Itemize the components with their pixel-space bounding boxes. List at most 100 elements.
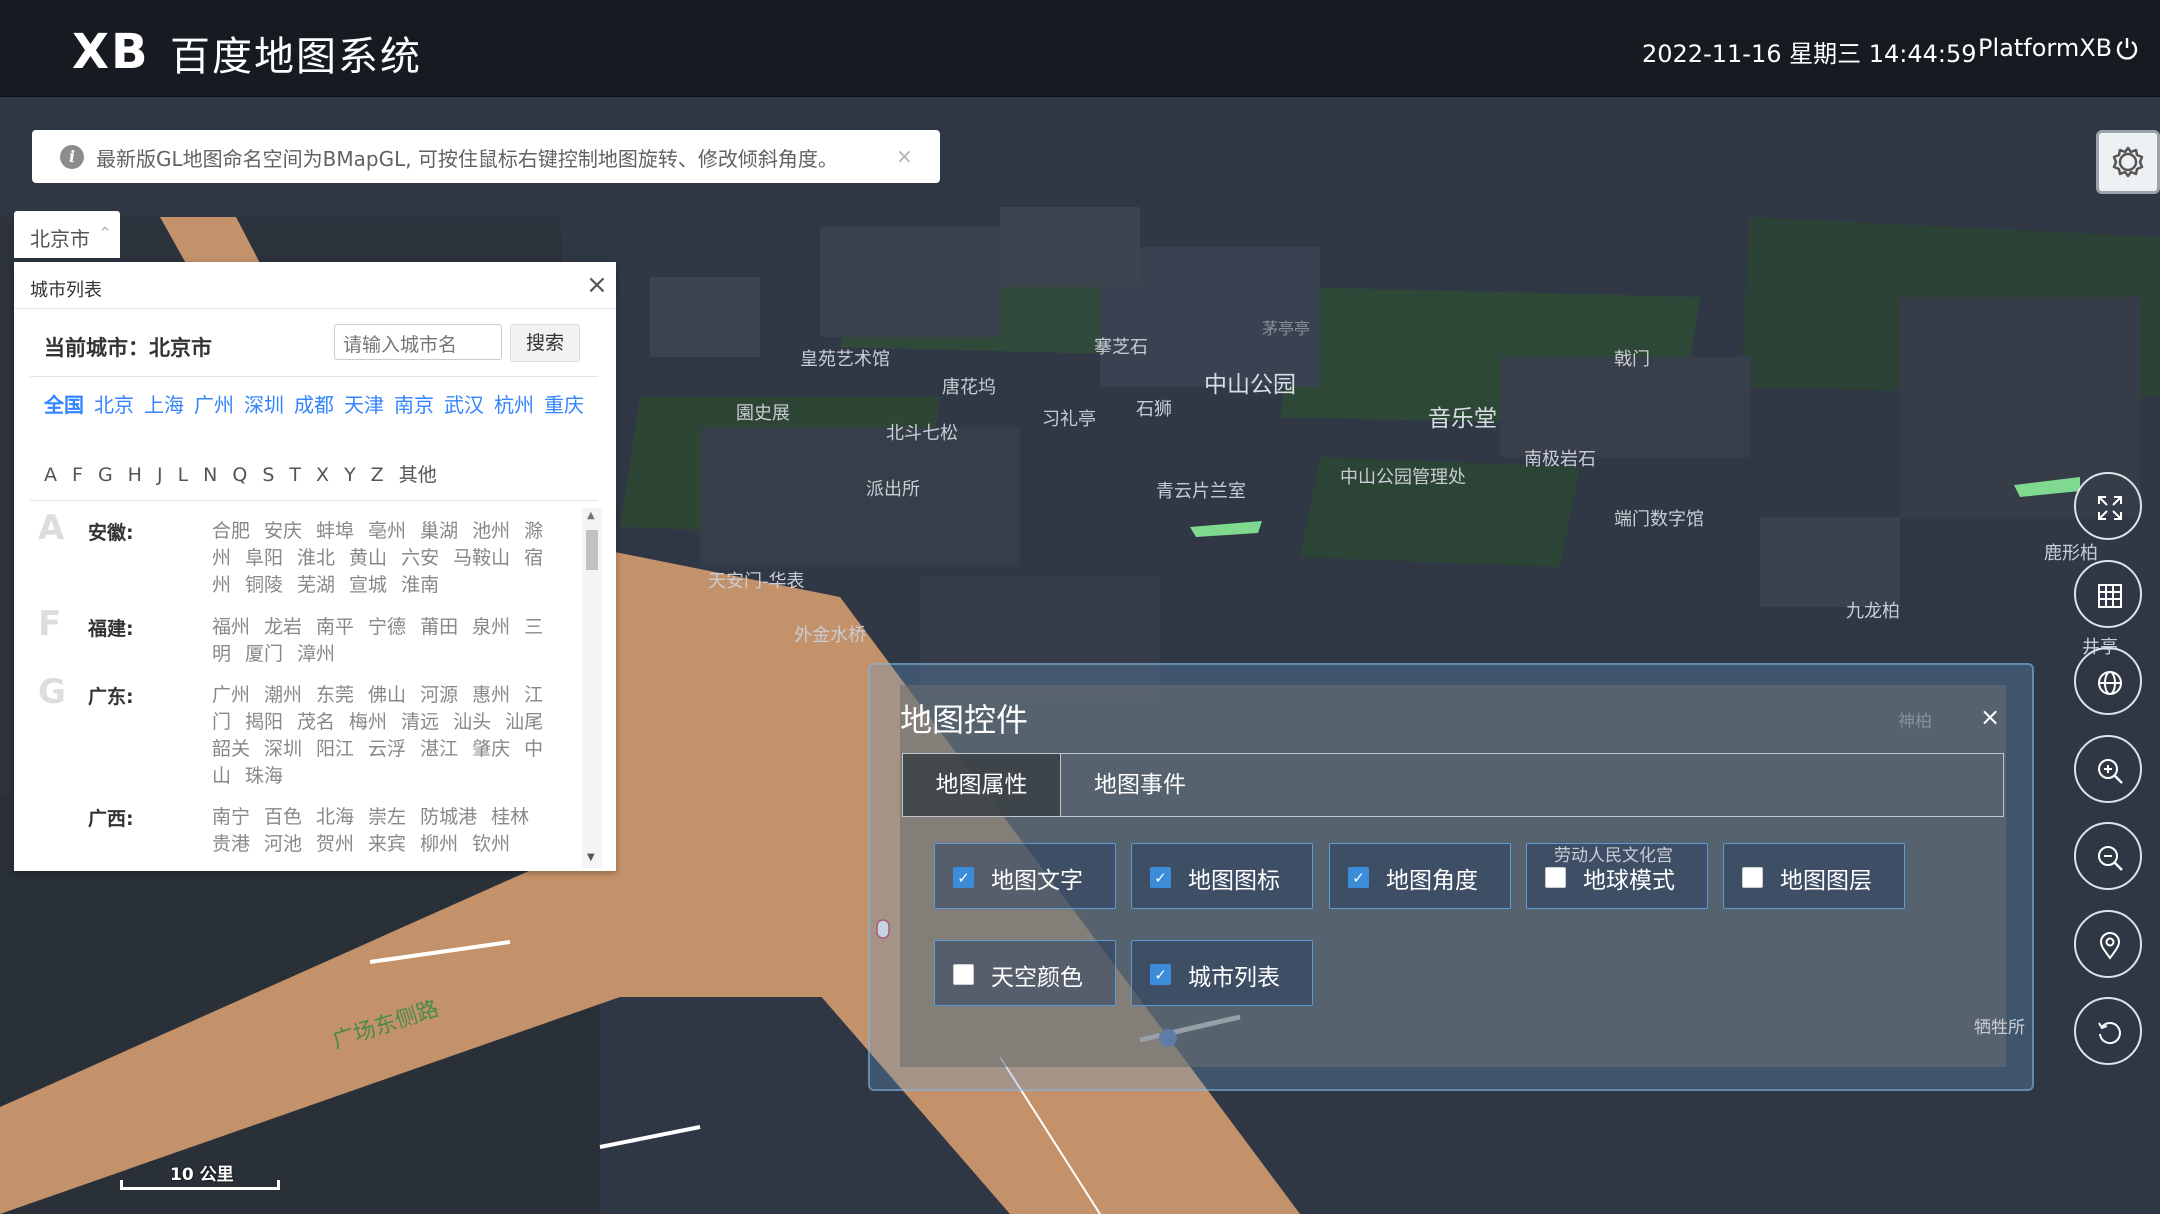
city-link[interactable]: 韶关 bbox=[212, 738, 250, 760]
city-link[interactable]: 防城港 bbox=[420, 806, 477, 828]
hot-city-link[interactable]: 全国 bbox=[44, 393, 84, 417]
city-link[interactable]: 潮州 bbox=[264, 684, 302, 706]
hot-city-link[interactable]: 天津 bbox=[344, 393, 384, 417]
hot-city-link[interactable]: 重庆 bbox=[544, 393, 584, 417]
city-link[interactable]: 六安 bbox=[401, 547, 439, 569]
option-map-layer[interactable]: 地图图层 bbox=[1723, 843, 1905, 909]
city-link[interactable]: 钦州 bbox=[472, 833, 510, 855]
scroll-down-icon[interactable]: ▼ bbox=[587, 852, 595, 863]
option-map-angle[interactable]: ✓ 地图角度 bbox=[1329, 843, 1511, 909]
letter-link[interactable]: X bbox=[316, 464, 329, 486]
city-link[interactable]: 茂名 bbox=[297, 711, 335, 733]
city-link[interactable]: 漳州 bbox=[297, 643, 335, 665]
city-link[interactable]: 河池 bbox=[264, 833, 302, 855]
city-link[interactable]: 黄山 bbox=[349, 547, 387, 569]
city-link[interactable]: 芜湖 bbox=[297, 574, 335, 596]
city-list-scrollbar[interactable]: ▲ ▼ bbox=[582, 508, 602, 868]
city-selector-tab[interactable]: 北京市 ^ bbox=[14, 211, 120, 258]
city-link[interactable]: 亳州 bbox=[368, 520, 406, 542]
option-city-list[interactable]: ✓ 城市列表 bbox=[1131, 940, 1313, 1006]
city-link[interactable]: 龙岩 bbox=[264, 616, 302, 638]
city-link[interactable]: 宁德 bbox=[368, 616, 406, 638]
city-panel-close-icon[interactable]: × bbox=[586, 270, 608, 300]
checkbox-unchecked-icon[interactable] bbox=[1742, 867, 1763, 888]
city-link[interactable]: 汕尾 bbox=[505, 711, 543, 733]
city-link[interactable]: 惠州 bbox=[472, 684, 510, 706]
city-link[interactable]: 南平 bbox=[316, 616, 354, 638]
zoom-in-button[interactable] bbox=[2074, 735, 2142, 803]
city-link[interactable]: 桂林 bbox=[491, 806, 529, 828]
city-link[interactable]: 百色 bbox=[264, 806, 302, 828]
letter-link[interactable]: Y bbox=[344, 464, 356, 486]
user-name[interactable]: PlatformXB bbox=[1978, 34, 2112, 62]
city-link[interactable]: 淮北 bbox=[297, 547, 335, 569]
letter-link[interactable]: G bbox=[98, 464, 113, 486]
letter-link[interactable]: F bbox=[72, 464, 83, 486]
city-link[interactable]: 安庆 bbox=[264, 520, 302, 542]
city-link[interactable]: 崇左 bbox=[368, 806, 406, 828]
tab-map-events[interactable]: 地图事件 bbox=[1061, 754, 1219, 816]
city-link[interactable]: 肇庆 bbox=[472, 738, 510, 760]
scroll-up-icon[interactable]: ▲ bbox=[587, 510, 595, 521]
city-link[interactable]: 河源 bbox=[420, 684, 458, 706]
hot-city-link[interactable]: 上海 bbox=[144, 393, 184, 417]
checkbox-unchecked-icon[interactable] bbox=[953, 964, 974, 985]
fullscreen-button[interactable] bbox=[2074, 472, 2142, 540]
city-link[interactable]: 福州 bbox=[212, 616, 250, 638]
city-link[interactable]: 淮南 bbox=[401, 574, 439, 596]
control-panel-close-icon[interactable]: × bbox=[1980, 703, 2000, 731]
city-link[interactable]: 珠海 bbox=[245, 765, 283, 787]
city-link[interactable]: 梅州 bbox=[349, 711, 387, 733]
city-link[interactable]: 湛江 bbox=[420, 738, 458, 760]
city-search-button[interactable]: 搜索 bbox=[510, 324, 580, 362]
hot-city-link[interactable]: 武汉 bbox=[444, 393, 484, 417]
city-search-input[interactable]: 请输入城市名 bbox=[334, 324, 502, 360]
city-link[interactable]: 蚌埠 bbox=[316, 520, 354, 542]
hot-city-link[interactable]: 深圳 bbox=[244, 393, 284, 417]
hot-city-link[interactable]: 南京 bbox=[394, 393, 434, 417]
checkbox-checked-icon[interactable]: ✓ bbox=[1348, 867, 1369, 888]
city-link[interactable]: 深圳 bbox=[264, 738, 302, 760]
letter-link[interactable]: T bbox=[289, 464, 301, 486]
option-sky-color[interactable]: 天空颜色 bbox=[934, 940, 1116, 1006]
city-link[interactable]: 阜阳 bbox=[245, 547, 283, 569]
city-link[interactable]: 北海 bbox=[316, 806, 354, 828]
checkbox-unchecked-icon[interactable] bbox=[1545, 867, 1566, 888]
city-link[interactable]: 贵港 bbox=[212, 833, 250, 855]
checkbox-checked-icon[interactable]: ✓ bbox=[1150, 964, 1171, 985]
option-map-text[interactable]: ✓ 地图文字 bbox=[934, 843, 1116, 909]
city-link[interactable]: 广州 bbox=[212, 684, 250, 706]
reset-rotation-button[interactable] bbox=[2074, 997, 2142, 1065]
city-link[interactable]: 贺州 bbox=[316, 833, 354, 855]
city-link[interactable]: 佛山 bbox=[368, 684, 406, 706]
letter-link[interactable]: H bbox=[128, 464, 142, 486]
notice-close-icon[interactable]: × bbox=[896, 144, 913, 168]
checkbox-checked-icon[interactable]: ✓ bbox=[953, 867, 974, 888]
city-link[interactable]: 厦门 bbox=[245, 643, 283, 665]
hot-city-link[interactable]: 广州 bbox=[194, 393, 234, 417]
city-link[interactable]: 马鞍山 bbox=[453, 547, 510, 569]
layer-grid-button[interactable] bbox=[2074, 560, 2142, 628]
letter-link[interactable]: J bbox=[157, 464, 163, 486]
letter-link[interactable]: 其他 bbox=[399, 464, 437, 486]
city-link[interactable]: 池州 bbox=[472, 520, 510, 542]
city-link[interactable]: 汕头 bbox=[453, 711, 491, 733]
power-icon[interactable] bbox=[2114, 36, 2140, 62]
tab-map-properties[interactable]: 地图属性 bbox=[903, 754, 1061, 816]
city-link[interactable]: 合肥 bbox=[212, 520, 250, 542]
city-link[interactable]: 柳州 bbox=[420, 833, 458, 855]
city-link[interactable]: 宣城 bbox=[349, 574, 387, 596]
city-link[interactable]: 南宁 bbox=[212, 806, 250, 828]
city-link[interactable]: 来宾 bbox=[368, 833, 406, 855]
settings-button[interactable] bbox=[2096, 130, 2160, 194]
city-link[interactable]: 东莞 bbox=[316, 684, 354, 706]
hot-city-link[interactable]: 杭州 bbox=[494, 393, 534, 417]
letter-link[interactable]: L bbox=[178, 464, 189, 486]
checkbox-checked-icon[interactable]: ✓ bbox=[1150, 867, 1171, 888]
locate-button[interactable] bbox=[2074, 910, 2142, 978]
letter-link[interactable]: Q bbox=[232, 464, 247, 486]
city-link[interactable]: 揭阳 bbox=[245, 711, 283, 733]
hot-city-link[interactable]: 成都 bbox=[294, 393, 334, 417]
city-link[interactable]: 莆田 bbox=[420, 616, 458, 638]
city-link[interactable]: 铜陵 bbox=[245, 574, 283, 596]
